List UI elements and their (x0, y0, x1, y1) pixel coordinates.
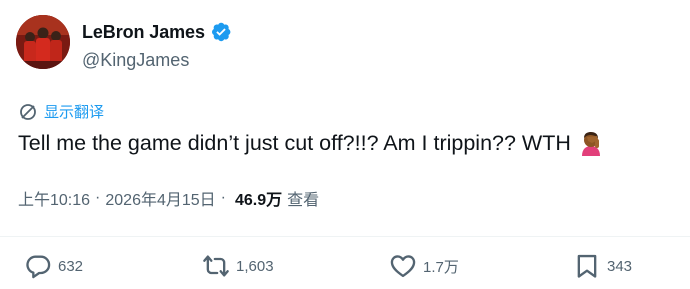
translate-icon (20, 103, 36, 120)
tweet-meta: 上午10:16 · 2026年4月15日 · 46.9万 查看 (18, 186, 319, 210)
show-translation-button[interactable]: 显示翻译 (18, 101, 104, 122)
author-name[interactable]: LeBron James (82, 22, 205, 43)
reply-button[interactable]: 632 (24, 252, 83, 280)
bookmark-count: 343 (607, 257, 633, 275)
facepalm-emoji-icon (579, 130, 603, 156)
bookmark-icon (577, 254, 597, 278)
tweet-body: Tell me the game didn’t just cut off?!!?… (18, 130, 571, 155)
view-count: 46.9万 (235, 192, 283, 209)
like-count: 1.7万 (423, 258, 459, 276)
action-bar: 632 1,603 1.7万 343 (0, 252, 690, 284)
tweet-text: Tell me the game didn’t just cut off?!!?… (18, 130, 603, 156)
verified-badge-icon[interactable] (210, 21, 232, 43)
repost-button[interactable]: 1,603 (202, 252, 274, 280)
meta-separator-2: · (220, 189, 226, 206)
author-handle[interactable]: @KingJames (82, 50, 189, 71)
heart-icon (390, 255, 416, 278)
show-translation-label: 显示翻译 (44, 104, 105, 121)
avatar[interactable] (16, 15, 70, 69)
bookmark-button[interactable]: 343 (573, 252, 632, 280)
tweet-time[interactable]: 上午10:16 (18, 186, 90, 210)
reply-count: 632 (58, 257, 84, 275)
views-label: 查看 (287, 192, 320, 209)
divider (0, 236, 690, 237)
repost-icon (203, 255, 229, 277)
meta-separator: · (95, 189, 101, 206)
author-name-row[interactable]: LeBron James (82, 21, 232, 43)
reply-icon (26, 255, 51, 279)
repost-count: 1,603 (236, 257, 274, 275)
tweet-date[interactable]: 2026年4月15日 (105, 186, 215, 210)
like-button[interactable]: 1.7万 (389, 252, 459, 280)
